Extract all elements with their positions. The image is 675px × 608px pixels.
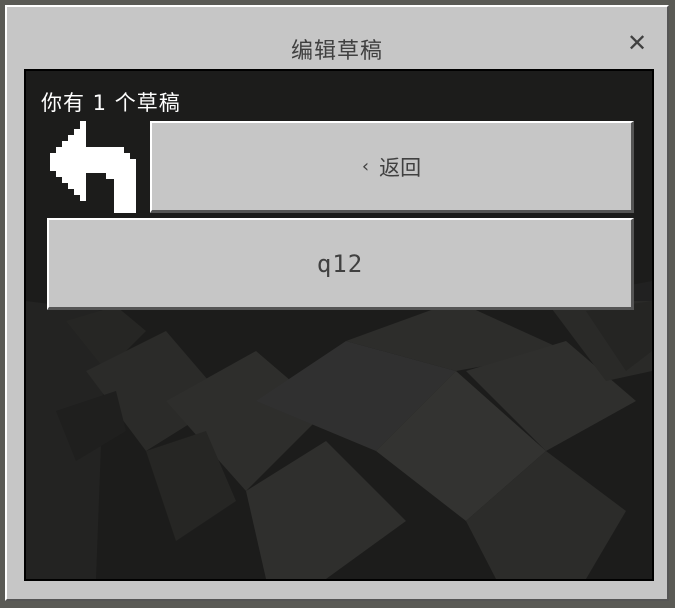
content-panel: 你有 1 个草稿 ‹ 返回 q12 <box>24 69 654 581</box>
draft-count-label: 你有 1 个草稿 <box>41 91 181 115</box>
back-arrow-icon[interactable] <box>46 119 140 215</box>
chevron-left-icon: ‹ <box>361 156 370 177</box>
window-frame: 编辑草稿 ✕ 你有 1 个草稿 ‹ 返回 q12 <box>0 0 675 608</box>
draft-item-button[interactable]: q12 <box>47 218 634 310</box>
back-button-label: 返回 <box>379 155 422 180</box>
edit-drafts-dialog: 编辑草稿 ✕ 你有 1 个草稿 ‹ 返回 q12 <box>5 5 669 601</box>
back-button[interactable]: ‹ 返回 <box>150 121 634 213</box>
close-icon[interactable]: ✕ <box>625 31 649 55</box>
dialog-title: 编辑草稿 <box>290 39 383 64</box>
draft-name: q12 <box>316 249 364 278</box>
